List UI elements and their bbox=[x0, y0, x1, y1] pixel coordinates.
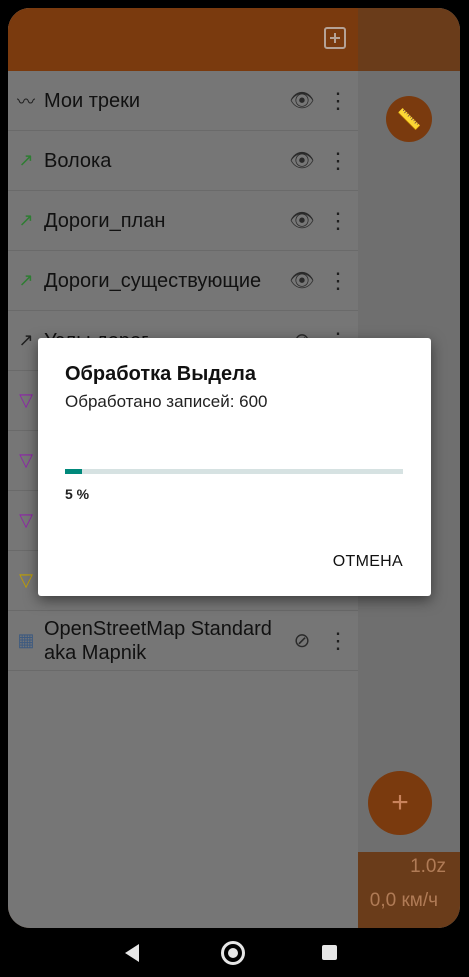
ruler-fab[interactable]: 📏 bbox=[386, 96, 432, 142]
dialog-title: Обработка Выдела bbox=[65, 363, 256, 385]
eye-off-icon[interactable]: ⊘ bbox=[286, 628, 318, 653]
back-icon[interactable] bbox=[125, 944, 139, 962]
layer-name: OpenStreetMap Standard aka Mapnik bbox=[44, 617, 272, 664]
eye-icon[interactable]: 👁 bbox=[286, 268, 318, 293]
layer-name: Волока bbox=[44, 149, 112, 172]
speed-readout: 0,0 км/ч bbox=[369, 890, 438, 911]
progress-dialog: Обработка Выдела Обработано записей: 600… bbox=[38, 338, 431, 596]
eye-icon[interactable]: 👁 bbox=[286, 88, 318, 113]
drawer-header bbox=[8, 8, 358, 71]
map-tile-icon: ▦ bbox=[17, 630, 35, 650]
add-fab[interactable]: + bbox=[368, 771, 432, 835]
progress-percent: 5 % bbox=[65, 486, 90, 502]
track-sync-icon: ↗ bbox=[18, 270, 34, 290]
recents-icon[interactable] bbox=[322, 945, 337, 960]
layer-row[interactable]: 〰 Мои треки 👁 ⋮ bbox=[8, 71, 358, 131]
track-sync-icon: ↗ bbox=[18, 150, 34, 170]
eye-icon[interactable]: 👁 bbox=[286, 208, 318, 233]
layer-name: Мои треки bbox=[44, 89, 141, 112]
home-icon[interactable] bbox=[221, 941, 245, 965]
more-vert-icon[interactable]: ⋮ bbox=[318, 88, 358, 114]
more-vert-icon[interactable]: ⋮ bbox=[318, 148, 358, 174]
eye-icon[interactable]: 👁 bbox=[286, 148, 318, 173]
progress-bar-fill bbox=[65, 469, 82, 474]
ruler-icon: 📏 bbox=[396, 108, 422, 131]
layer-row[interactable]: ▦ OpenStreetMap Standard aka Mapnik ⊘ ⋮ bbox=[8, 611, 358, 671]
layer-row[interactable]: ↗ Дороги_план 👁 ⋮ bbox=[8, 191, 358, 251]
plus-icon: + bbox=[391, 786, 409, 819]
dialog-message: Обработано записей: 600 bbox=[65, 392, 268, 411]
system-nav-bar bbox=[0, 928, 469, 977]
more-vert-icon[interactable]: ⋮ bbox=[318, 208, 358, 234]
track-icon: 〰 bbox=[17, 91, 35, 112]
more-vert-icon[interactable]: ⋮ bbox=[318, 628, 358, 654]
zoom-level: 1.0z bbox=[410, 856, 446, 877]
layer-name: Дороги_существующие bbox=[44, 269, 262, 292]
cancel-button[interactable]: ОТМЕНА bbox=[333, 553, 403, 571]
layer-row[interactable]: ↗ Волока 👁 ⋮ bbox=[8, 131, 358, 191]
progress-bar bbox=[65, 469, 403, 474]
layers-add-icon[interactable] bbox=[324, 27, 346, 49]
layer-name: Дороги_план bbox=[44, 209, 166, 232]
more-vert-icon[interactable]: ⋮ bbox=[318, 268, 358, 294]
track-sync-icon: ↗ bbox=[18, 210, 34, 230]
layer-row[interactable]: ↗ Дороги_существующие 👁 ⋮ bbox=[8, 251, 358, 311]
